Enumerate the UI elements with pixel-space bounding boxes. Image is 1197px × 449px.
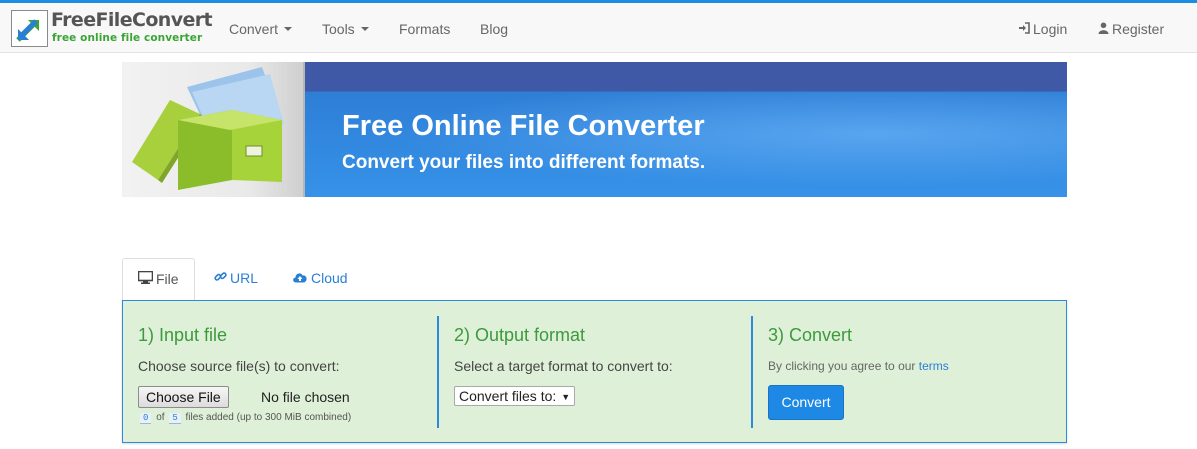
- monitor-icon: [137, 270, 154, 287]
- agree-text: By clicking you agree to our: [768, 359, 916, 373]
- choose-file-button[interactable]: Choose File: [138, 386, 229, 408]
- caret-down-icon: [284, 27, 293, 32]
- tab-url[interactable]: URL: [199, 258, 273, 301]
- nav-blog-label: Blog: [480, 21, 509, 37]
- step-output-format: 2) Output format Select a target format …: [437, 316, 751, 428]
- top-navbar: FreeFileConvert free online file convert…: [0, 0, 1197, 53]
- step2-heading: 2) Output format: [454, 325, 586, 345]
- file-box-illustration: [122, 62, 305, 197]
- files-of-text: of: [156, 412, 165, 423]
- nav-convert-dropdown[interactable]: Convert: [229, 21, 293, 37]
- conversion-panel: 1) Input file Choose source file(s) to c…: [122, 300, 1067, 443]
- brand-tagline: free online file converter: [52, 32, 203, 44]
- caret-down-icon: [360, 27, 369, 32]
- files-added-info: 0 of 5 files added (up to 300 MiB combin…: [138, 412, 351, 424]
- tab-cloud-label: Cloud: [311, 270, 348, 286]
- files-added-count: 0: [140, 413, 152, 424]
- convert-button[interactable]: Convert: [768, 385, 844, 420]
- login-link[interactable]: Login: [1018, 21, 1067, 37]
- sign-in-icon: [1018, 21, 1030, 37]
- brand-name: FreeFileConvert: [51, 9, 213, 31]
- terms-link[interactable]: terms: [919, 359, 949, 373]
- step1-instruction: Choose source file(s) to convert:: [138, 358, 340, 374]
- banner-subtitle: Convert your files into different format…: [342, 152, 706, 173]
- nav-blog-link[interactable]: Blog: [480, 21, 508, 37]
- target-format-value: Convert files to:: [459, 388, 557, 404]
- terms-agreement: By clicking you agree to our terms: [768, 359, 949, 373]
- tab-file-label: File: [156, 271, 179, 287]
- nav-tools-dropdown[interactable]: Tools: [322, 21, 369, 37]
- register-link[interactable]: Register: [1098, 21, 1164, 37]
- brand-logo-link[interactable]: FreeFileConvert free online file convert…: [11, 9, 213, 49]
- dropdown-arrow-icon: ▼: [561, 392, 571, 403]
- files-note: files added (up to 300 MiB combined): [185, 412, 352, 423]
- file-status-text: No file chosen: [261, 389, 350, 405]
- step2-instruction: Select a target format to convert to:: [454, 358, 673, 374]
- nav-formats-link[interactable]: Formats: [399, 21, 450, 37]
- tab-url-label: URL: [230, 270, 259, 286]
- hero-banner: Free Online File Converter Convert your …: [122, 62, 1067, 197]
- tab-cloud[interactable]: Cloud: [277, 258, 363, 301]
- link-icon: [214, 270, 227, 286]
- tab-file[interactable]: File: [122, 258, 195, 301]
- nav-formats-label: Formats: [399, 21, 451, 37]
- nav-convert-label: Convert: [229, 21, 279, 37]
- nav-tools-label: Tools: [322, 21, 355, 37]
- login-label: Login: [1033, 21, 1068, 37]
- cloud-upload-icon: [292, 270, 308, 286]
- user-icon: [1098, 21, 1109, 37]
- target-format-select[interactable]: Convert files to: ▼: [454, 386, 576, 406]
- banner-title: Free Online File Converter: [342, 110, 705, 142]
- logo-arrows-icon: [11, 10, 48, 47]
- register-label: Register: [1112, 21, 1165, 37]
- step3-heading: 3) Convert: [768, 325, 853, 345]
- step-input-file: 1) Input file Choose source file(s) to c…: [123, 301, 437, 442]
- files-max-count: 5: [169, 413, 181, 424]
- step-convert: 3) Convert By clicking you agree to our …: [751, 316, 1065, 428]
- step1-heading: 1) Input file: [138, 325, 228, 345]
